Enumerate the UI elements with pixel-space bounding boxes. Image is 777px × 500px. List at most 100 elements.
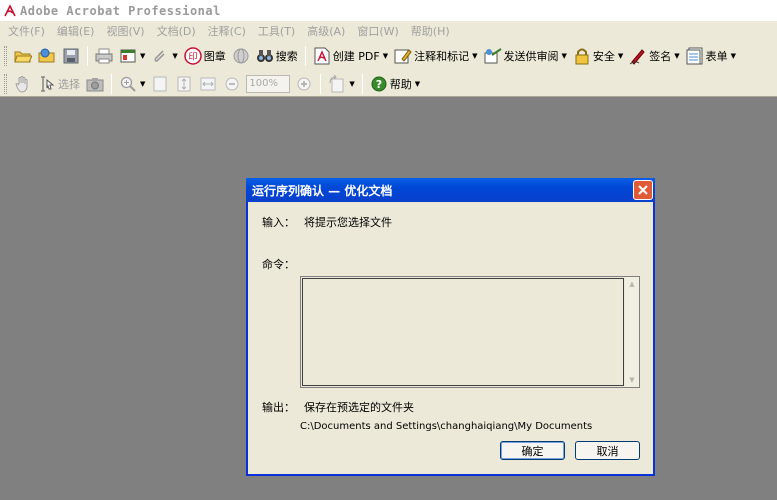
toolbar-grip[interactable] (4, 46, 7, 66)
menu-bar: 文件(F) 编辑(E) 视图(V) 文档(D) 注释(C) 工具(T) 高级(A… (0, 21, 777, 41)
toolbar-separator (361, 73, 363, 94)
scroll-down-icon[interactable]: ▼ (625, 373, 639, 387)
batch-sequence-dialog: 运行序列确认 — 优化文档 输入： 将提示您选择文件 命令： ▲ ▼ 输出： 保… (246, 178, 655, 476)
chevron-down-icon[interactable]: ▼ (349, 80, 354, 88)
create-pdf-icon (313, 47, 331, 65)
dialog-title-bar[interactable]: 运行序列确认 — 优化文档 (246, 178, 655, 202)
send-review-icon (484, 47, 502, 65)
cancel-button[interactable]: 取消 (575, 441, 640, 460)
binoculars-icon (256, 47, 274, 65)
title-bar: Adobe Acrobat Professional (0, 0, 777, 21)
printer-icon (95, 47, 113, 65)
chevron-down-icon[interactable]: ▼ (472, 52, 477, 60)
web-button[interactable] (229, 44, 253, 68)
stamp-button[interactable]: 印 图章 (181, 44, 229, 68)
hand-icon (14, 75, 32, 93)
input-value: 将提示您选择文件 (304, 216, 392, 229)
menu-advanced[interactable]: 高级(A) (301, 23, 351, 39)
attach-button[interactable]: ▼ (148, 44, 180, 68)
zoom-out-button[interactable] (220, 72, 244, 96)
sign-label: 签名 (649, 50, 672, 63)
menu-document[interactable]: 文档(D) (151, 23, 202, 39)
comment-markup-button[interactable]: 注释和标记 ▼ (391, 44, 480, 68)
chevron-down-icon[interactable]: ▼ (618, 52, 623, 60)
fit-page-button[interactable] (172, 72, 196, 96)
security-button[interactable]: 安全 ▼ (570, 44, 626, 68)
minus-circle-icon (223, 75, 241, 93)
menu-window[interactable]: 窗口(W) (351, 23, 404, 39)
output-path: C:\Documents and Settings\changhaiqiang\… (300, 421, 593, 432)
zoom-in-button[interactable] (292, 72, 316, 96)
menu-tools[interactable]: 工具(T) (252, 23, 301, 39)
chevron-down-icon[interactable]: ▼ (562, 52, 567, 60)
ok-button[interactable]: 确定 (500, 441, 565, 460)
paperclip-icon (151, 47, 169, 65)
open-button[interactable] (11, 44, 35, 68)
chevron-down-icon[interactable]: ▼ (415, 80, 420, 88)
select-tool-button[interactable]: 选择 (35, 72, 83, 96)
svg-text:印: 印 (188, 51, 197, 63)
organizer-button[interactable] (35, 44, 59, 68)
chevron-down-icon[interactable]: ▼ (731, 52, 736, 60)
command-list-content (302, 278, 624, 386)
toolbar-separator (87, 46, 88, 66)
globe-icon (232, 47, 250, 65)
actual-size-icon (151, 75, 169, 93)
forms-button[interactable]: 表单 ▼ (683, 44, 739, 68)
window-title: Adobe Acrobat Professional (20, 3, 221, 18)
svg-text:?: ? (376, 78, 382, 91)
command-list-scrollbar[interactable]: ▲ ▼ (625, 277, 639, 387)
print-button[interactable] (92, 44, 116, 68)
help-button[interactable]: ? 帮助 ▼ (367, 72, 423, 96)
comment-markup-icon (394, 47, 412, 65)
acrobat-logo-icon (2, 3, 18, 19)
command-list[interactable]: ▲ ▼ (300, 276, 640, 388)
close-button[interactable] (633, 180, 653, 200)
dialog-title: 运行序列确认 — 优化文档 (252, 183, 393, 198)
menu-view[interactable]: 视图(V) (100, 23, 150, 39)
chevron-down-icon[interactable]: ▼ (674, 52, 679, 60)
chevron-down-icon[interactable]: ▼ (383, 52, 388, 60)
organize-pages-icon (119, 47, 137, 65)
toolbar-separator (111, 73, 112, 94)
plus-circle-icon (295, 75, 313, 93)
save-disk-icon (62, 47, 80, 65)
send-review-button[interactable]: 发送供审阅 ▼ (481, 44, 570, 68)
comment-markup-label: 注释和标记 (414, 50, 470, 63)
save-button[interactable] (59, 44, 83, 68)
fit-width-icon (199, 75, 217, 93)
hand-tool-button[interactable] (11, 72, 35, 96)
create-pdf-label: 创建 PDF (332, 50, 380, 63)
camera-icon (86, 75, 104, 93)
create-pdf-button[interactable]: 创建 PDF ▼ (310, 44, 391, 68)
menu-help[interactable]: 帮助(H) (405, 23, 456, 39)
send-review-label: 发送供审阅 (503, 50, 559, 63)
menu-comments[interactable]: 注释(C) (202, 23, 252, 39)
sign-button[interactable]: 签名 ▼ (626, 44, 682, 68)
rotate-button[interactable]: ▼ (325, 72, 357, 96)
chevron-down-icon[interactable]: ▼ (172, 52, 177, 60)
zoom-level-field[interactable]: 100% (246, 74, 291, 93)
chevron-down-icon[interactable]: ▼ (140, 80, 145, 88)
menu-edit[interactable]: 编辑(E) (51, 23, 101, 39)
forms-label: 表单 (705, 50, 728, 63)
email-button[interactable]: ▼ (116, 44, 148, 68)
organizer-icon (38, 47, 56, 65)
snapshot-button[interactable] (83, 72, 107, 96)
close-icon (638, 185, 648, 195)
input-label: 输入： (262, 216, 295, 229)
stamp-label: 图章 (203, 50, 226, 63)
scroll-up-icon[interactable]: ▲ (625, 277, 639, 291)
zoom-tool-button[interactable]: ▼ (116, 72, 148, 96)
menu-file[interactable]: 文件(F) (2, 23, 51, 39)
toolbar-grip[interactable] (4, 73, 7, 94)
chevron-down-icon[interactable]: ▼ (140, 52, 145, 60)
zoom-in-icon (119, 75, 137, 93)
search-button[interactable]: 搜索 (253, 44, 301, 68)
main-toolbar: ▼ ▼ 印 图章 搜索 创建 PDF ▼ 注释和标记 ▼ 发送供审阅 ▼ 安全 … (0, 41, 777, 71)
output-value: 保存在预选定的文件夹 (304, 401, 414, 414)
help-icon: ? (370, 75, 388, 93)
open-folder-icon (14, 47, 32, 65)
actual-size-button[interactable] (148, 72, 172, 96)
fit-width-button[interactable] (196, 72, 220, 96)
